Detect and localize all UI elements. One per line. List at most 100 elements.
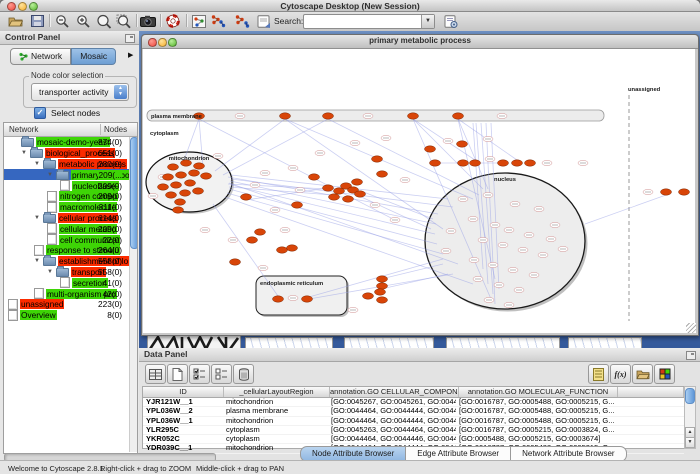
network-node-selected[interactable] xyxy=(363,293,374,299)
tree-row[interactable]: nucleobase-209(0) xyxy=(4,180,130,191)
save-session-button[interactable] xyxy=(28,13,46,29)
table-cell[interactable]: [GO:0045267, GO:0045261, GO:0044464, G..… xyxy=(328,398,456,406)
tree-scrollbar[interactable] xyxy=(129,137,137,452)
expand-arrow-icon[interactable]: ▼ xyxy=(34,258,43,264)
network-node-selected[interactable] xyxy=(498,160,509,166)
network-node-selected[interactable] xyxy=(171,182,182,188)
background-window-fragment[interactable] xyxy=(245,337,333,348)
tree-row[interactable]: multi-organism pro42(0) xyxy=(4,288,130,299)
table-row[interactable]: YPL036W__2plasma membrane[GO:0044464, GO… xyxy=(143,407,684,416)
float-panel-icon[interactable] xyxy=(686,351,696,360)
search-input[interactable]: ▼ xyxy=(303,14,435,29)
table-cell[interactable]: YJR121W__1 xyxy=(143,398,223,406)
table-column-header[interactable]: ID xyxy=(143,387,224,397)
network-node-selected[interactable] xyxy=(273,296,284,302)
more-tabs-arrow[interactable]: ▶ xyxy=(128,51,133,59)
table-column-header[interactable]: annotation.GO MOLECULAR_FUNCTION xyxy=(459,387,618,397)
unselect-all-attributes-button[interactable] xyxy=(211,364,232,384)
table-cell[interactable]: [GO:0016787, GO:0005488, GO:0005215, G..… xyxy=(456,398,614,406)
help-lifesaver-button[interactable] xyxy=(164,13,182,29)
network-node-selected[interactable] xyxy=(287,245,298,251)
zoom-in-button[interactable] xyxy=(74,13,92,29)
table-column-header[interactable]: _cellularLayoutRegion xyxy=(224,387,330,397)
network-node-selected[interactable] xyxy=(302,296,313,302)
tree-row[interactable]: ▼primary metabo209(... xyxy=(4,169,130,180)
network-node-selected[interactable] xyxy=(372,156,383,162)
network-node-selected[interactable] xyxy=(323,113,334,119)
tree-row[interactable]: ▼cellular process614(0) xyxy=(4,213,130,224)
table-scrollbar-thumb[interactable] xyxy=(685,388,695,404)
attribute-table[interactable]: ID_cellularLayoutRegionannotation.GO CEL… xyxy=(142,386,685,449)
tree-row[interactable]: Overview8(0) xyxy=(4,310,130,321)
tree-row[interactable]: ▼establishment of lo558(0) xyxy=(4,256,130,267)
network-node-selected[interactable] xyxy=(166,192,177,198)
network-node-selected[interactable] xyxy=(247,237,258,243)
network-canvas[interactable]: plasma membranecytoplasmmitochondrionnuc… xyxy=(143,49,695,333)
network-node-selected[interactable] xyxy=(193,188,204,194)
function-builder-button[interactable]: f(x) xyxy=(610,364,631,384)
table-row[interactable]: YJR121W__1mitochondrion[GO:0045267, GO:0… xyxy=(143,398,684,407)
expand-arrow-icon[interactable]: ▼ xyxy=(34,215,43,221)
network-node-selected[interactable] xyxy=(168,164,179,170)
expand-arrow-icon[interactable]: ▼ xyxy=(34,161,43,167)
tree-row[interactable]: cell communicat22(0) xyxy=(4,234,130,245)
network-node-selected[interactable] xyxy=(292,202,303,208)
network-node-selected[interactable] xyxy=(280,113,291,119)
tree-row[interactable]: unassigned223(0) xyxy=(4,299,130,310)
table-cell[interactable]: cytoplasm xyxy=(223,426,328,434)
table-column-header[interactable]: annotation.GO CELLULAR_COMPONENT xyxy=(330,387,459,397)
network-node-selected[interactable] xyxy=(176,172,187,178)
tree-row[interactable]: mosaic-demo-yeast874(0) xyxy=(4,137,130,148)
expand-arrow-icon[interactable]: ▼ xyxy=(21,150,30,156)
network-edge[interactable] xyxy=(285,119,443,229)
select-attributes-button[interactable] xyxy=(145,364,166,384)
table-scrollbar[interactable]: ▲ ▼ xyxy=(684,386,696,449)
network-node-selected[interactable] xyxy=(377,297,388,303)
network-node-selected[interactable] xyxy=(430,160,441,166)
network-node-selected[interactable] xyxy=(377,276,388,282)
tree-row[interactable]: ▼biological_process651(0) xyxy=(4,148,130,159)
delete-attribute-button[interactable] xyxy=(233,364,254,384)
table-cell[interactable]: [GO:0016787, GO:0005488, GO:0005215, G..… xyxy=(456,407,614,415)
table-cell[interactable]: plasma membrane xyxy=(223,407,328,415)
attribute-batch-button[interactable] xyxy=(588,364,609,384)
tree-row[interactable]: secretion41(0) xyxy=(4,277,130,288)
network-node-selected[interactable] xyxy=(661,189,672,195)
table-row[interactable]: YLR295Ccytoplasm[GO:0045263, GO:0044464,… xyxy=(143,426,684,435)
network-node-selected[interactable] xyxy=(470,160,481,166)
table-cell[interactable]: [GO:0044464, GO:0044444, GO:0044425, G..… xyxy=(328,407,456,415)
annotation-button[interactable] xyxy=(255,13,273,29)
network-node-selected[interactable] xyxy=(185,180,196,186)
table-cell[interactable]: [GO:0044464, GO:0044446, GO:0044444, G..… xyxy=(328,435,456,443)
network-edge[interactable] xyxy=(585,195,666,224)
network-node-selected[interactable] xyxy=(375,289,386,295)
network-node-selected[interactable] xyxy=(230,259,241,265)
network-node-selected[interactable] xyxy=(408,113,419,119)
network-node-selected[interactable] xyxy=(194,163,205,169)
network-node-selected[interactable] xyxy=(425,146,436,152)
network-node-selected[interactable] xyxy=(201,173,212,179)
scroll-down-arrow[interactable]: ▼ xyxy=(685,437,695,448)
expand-arrow-icon[interactable]: ▼ xyxy=(47,269,56,275)
network-node-selected[interactable] xyxy=(352,179,363,185)
network-edge[interactable] xyxy=(223,119,328,175)
network-node-selected[interactable] xyxy=(277,247,288,253)
tree-row[interactable]: ▼transport558(0) xyxy=(4,267,130,278)
search-dropdown-arrow[interactable]: ▼ xyxy=(421,15,434,28)
table-cell[interactable]: mitochondrion xyxy=(223,417,328,425)
network-node-selected[interactable] xyxy=(458,160,469,166)
create-network-view-button[interactable] xyxy=(190,13,208,29)
table-cell[interactable]: YKR052C xyxy=(143,435,223,443)
network-node-selected[interactable] xyxy=(241,194,252,200)
select-nodes-checkbox[interactable]: ✓ xyxy=(34,107,46,119)
network-node-selected[interactable] xyxy=(525,160,536,166)
tree-row[interactable]: macromolecule311(0) xyxy=(4,202,130,213)
tab-mosaic[interactable]: Mosaic xyxy=(71,48,116,65)
network-edge[interactable] xyxy=(227,193,443,254)
network-node-selected[interactable] xyxy=(180,190,191,196)
network-node-selected[interactable] xyxy=(453,113,464,119)
color-mapper-button[interactable] xyxy=(654,364,675,384)
column-divider[interactable] xyxy=(100,124,101,135)
node-color-dropdown[interactable]: transporter activity ▲▼ xyxy=(31,83,129,101)
network-node-selected[interactable] xyxy=(457,141,468,147)
